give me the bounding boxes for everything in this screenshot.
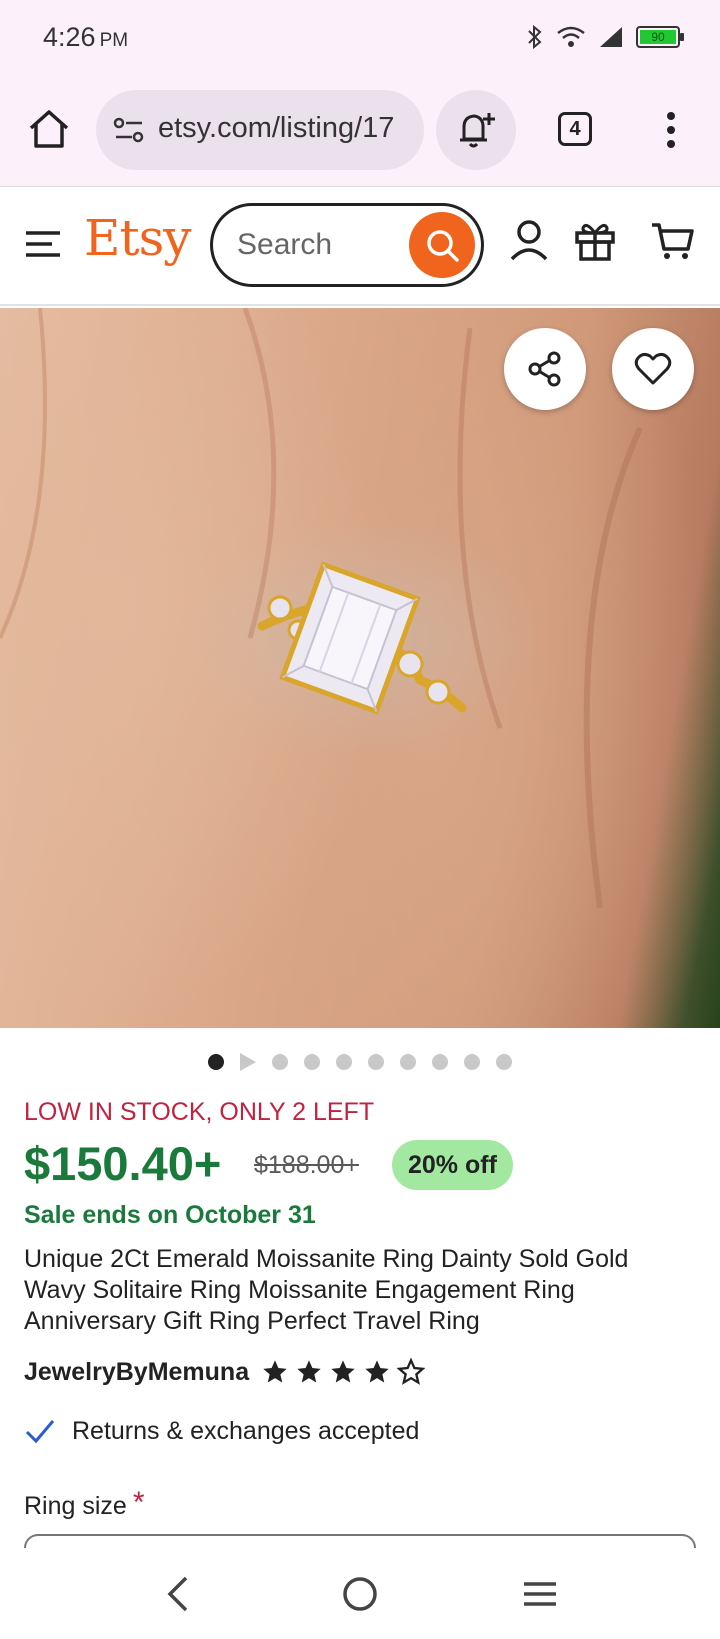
stock-notice: LOW IN STOCK, ONLY 2 LEFT [24, 1098, 375, 1126]
shop-name-link[interactable]: JewelryByMemuna [24, 1358, 249, 1387]
carousel-indicator [0, 1052, 720, 1072]
returns-text: Returns & exchanges accepted [72, 1416, 420, 1445]
star-filled-icon [365, 1360, 389, 1383]
original-price: $188.00+ [254, 1151, 359, 1179]
search-button[interactable] [409, 212, 475, 278]
etsy-logo[interactable]: Etsy [84, 209, 191, 267]
product-image[interactable] [0, 308, 720, 1028]
carousel-dot[interactable] [336, 1054, 352, 1070]
url-text: etsy.com/listing/17 [158, 112, 395, 144]
home-icon[interactable] [26, 106, 72, 152]
carousel-dot[interactable] [496, 1054, 512, 1070]
search-icon [427, 230, 459, 262]
carousel-dot[interactable] [208, 1054, 224, 1070]
gift-icon[interactable] [572, 217, 618, 263]
carousel-dot[interactable] [304, 1054, 320, 1070]
carousel-dot[interactable] [368, 1054, 384, 1070]
system-nav-bar [0, 1548, 720, 1639]
account-icon[interactable] [506, 217, 552, 263]
carousel-dot[interactable] [400, 1054, 416, 1070]
signal-icon [600, 27, 622, 47]
battery-icon: 90 [636, 26, 684, 48]
bluetooth-icon [528, 24, 542, 50]
discount-badge: 20% off [392, 1140, 513, 1190]
price: $150.40+ [24, 1137, 222, 1190]
listing-title: Unique 2Ct Emerald Moissanite Ring Daint… [24, 1245, 629, 1335]
bell-plus-icon [460, 113, 495, 148]
sale-end-notice: Sale ends on October 31 [24, 1201, 316, 1229]
rating-stars[interactable] [261, 1358, 426, 1386]
browser-chrome: 4:26 PM 90 etsy.com/listing/17 4 [0, 0, 720, 186]
share-icon [528, 351, 561, 387]
star-filled-icon [331, 1360, 355, 1383]
status-icons: 90 [526, 20, 684, 54]
status-time: 4:26 PM [43, 22, 129, 52]
favorite-button[interactable] [612, 328, 694, 410]
carousel-dot[interactable] [432, 1054, 448, 1070]
carousel-dot[interactable] [464, 1054, 480, 1070]
tab-switcher-button[interactable]: 4 [558, 112, 592, 146]
site-settings-icon[interactable] [112, 115, 146, 145]
wifi-icon [557, 26, 585, 47]
hamburger-menu-icon[interactable] [24, 227, 64, 261]
checkmark-icon [25, 1420, 55, 1444]
search-bar [210, 203, 484, 287]
ring-illustration [0, 308, 643, 909]
star-filled-icon [297, 1360, 321, 1383]
battery-level: 90 [640, 30, 676, 44]
required-marker: * [132, 1486, 145, 1519]
ring-size-label: Ring size * [24, 1486, 145, 1520]
search-input[interactable] [237, 228, 397, 262]
browser-toolbar: etsy.com/listing/17 4 [0, 82, 720, 178]
share-button[interactable] [504, 328, 586, 410]
star-empty-icon [397, 1358, 426, 1385]
star-filled-icon [263, 1360, 287, 1383]
returns-policy: Returns & exchanges accepted [24, 1414, 419, 1448]
video-indicator-icon[interactable] [240, 1053, 256, 1071]
recent-apps-icon[interactable] [516, 1570, 564, 1618]
notification-button[interactable] [436, 90, 516, 170]
back-icon[interactable] [156, 1570, 204, 1618]
status-bar: 4:26 PM 90 [0, 0, 720, 76]
overflow-menu-icon[interactable] [656, 108, 686, 152]
home-circle-icon[interactable] [336, 1570, 384, 1618]
url-bar[interactable]: etsy.com/listing/17 [96, 90, 424, 170]
heart-icon [634, 352, 672, 385]
carousel-dot[interactable] [272, 1054, 288, 1070]
cart-icon[interactable] [650, 217, 696, 263]
etsy-header: Etsy [0, 186, 720, 306]
shop-row: JewelryByMemuna [24, 1356, 426, 1388]
